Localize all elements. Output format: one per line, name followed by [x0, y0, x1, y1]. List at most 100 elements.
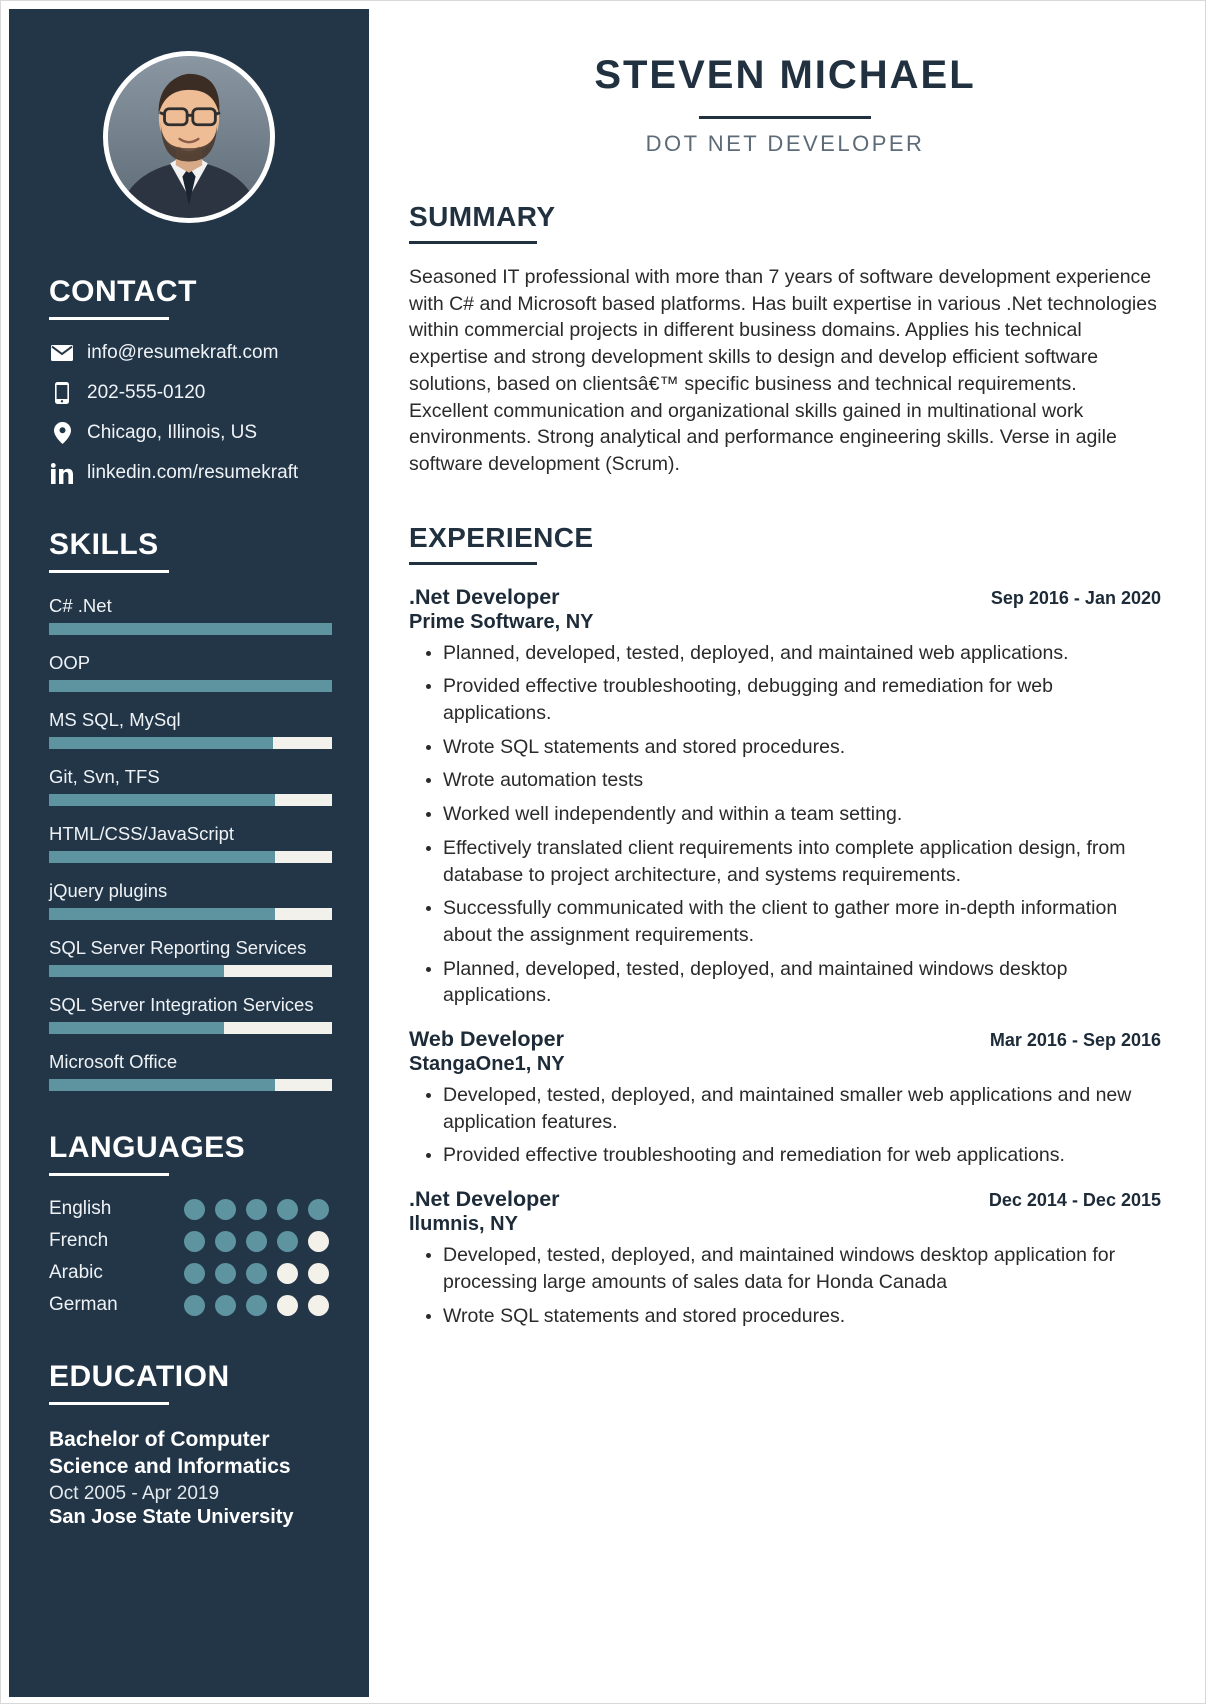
- avatar-container: [9, 9, 369, 223]
- contact-item-email[interactable]: info@resumekraft.com: [49, 342, 329, 364]
- skill-item: HTML/CSS/JavaScript: [49, 823, 332, 863]
- education-degree: Bachelor of Computer Science and Informa…: [49, 1428, 291, 1478]
- language-level-dot: [184, 1198, 205, 1220]
- skill-item: MS SQL, MySql: [49, 709, 332, 749]
- contact-divider: [49, 317, 169, 320]
- skill-bar-fill: [49, 851, 276, 863]
- skill-bar-fill: [49, 794, 276, 806]
- experience-bullet-list: Developed, tested, deployed, and maintai…: [409, 1082, 1161, 1169]
- education-section: EDUCATION Bachelor of Computer Science a…: [9, 1360, 369, 1529]
- education-heading: EDUCATION: [49, 1360, 230, 1393]
- skill-label: HTML/CSS/JavaScript: [49, 823, 235, 844]
- language-rating: [184, 1262, 329, 1284]
- education-list: Bachelor of Computer Science and Informa…: [49, 1427, 329, 1529]
- skill-bar-fill: [49, 965, 225, 977]
- language-label: English: [49, 1198, 112, 1219]
- experience-bullet: Planned, developed, tested, deployed, an…: [443, 956, 1161, 1009]
- language-level-dot: [246, 1230, 267, 1252]
- language-item: Arabic: [49, 1262, 329, 1284]
- language-level-dot: [308, 1198, 329, 1220]
- skill-bar-track: [49, 965, 332, 977]
- language-item: French: [49, 1230, 329, 1252]
- location-pin-icon: [49, 422, 75, 444]
- skill-bar-track: [49, 851, 332, 863]
- experience-bullet: Effectively translated client requiremen…: [443, 835, 1161, 888]
- experience-header: Web Developer Mar 2016 - Sep 2016: [409, 1027, 1161, 1052]
- skills-section: SKILLS C# .Net OOP MS SQL, MySql Git, Svn, …: [9, 528, 369, 1091]
- languages-divider: [49, 1173, 169, 1176]
- job-role-subtitle: DOT NET DEVELOPER: [645, 131, 925, 156]
- language-level-dot: [215, 1294, 236, 1316]
- experience-header: .Net Developer Dec 2014 - Dec 2015: [409, 1187, 1161, 1212]
- skill-bar-track: [49, 908, 332, 920]
- experience-company: StangaOne1, NY: [409, 1053, 565, 1076]
- skill-label: C# .Net: [49, 595, 112, 616]
- contact-heading: CONTACT: [49, 275, 197, 308]
- experience-title: .Net Developer: [409, 584, 560, 609]
- skill-bar-track: [49, 794, 332, 806]
- summary-heading: SUMMARY: [409, 201, 556, 232]
- page-title: STEVEN MICHAEL: [594, 53, 976, 97]
- skill-label: OOP: [49, 652, 91, 673]
- summary-text: Seasoned IT professional with more than …: [409, 266, 1157, 475]
- avatar: [103, 51, 275, 223]
- language-level-dot: [184, 1294, 205, 1316]
- skill-item: SQL Server Integration Services: [49, 994, 332, 1034]
- mobile-phone-icon: [49, 382, 75, 404]
- sidebar: CONTACT info@resumekraft.com 202-555-012…: [9, 9, 369, 1697]
- skill-bar-fill: [49, 908, 276, 920]
- experience-item: .Net Developer Dec 2014 - Dec 2015 Ilumnis…: [409, 1187, 1161, 1329]
- experience-date: Dec 2014 - Dec 2015: [988, 1190, 1161, 1211]
- language-level-dot: [308, 1294, 329, 1316]
- experience-bullet: Successfully communicated with the clien…: [443, 895, 1161, 948]
- skill-bar-fill: [49, 680, 332, 692]
- experience-bullet: Planned, developed, tested, deployed, an…: [443, 640, 1161, 667]
- experience-bullet: Developed, tested, deployed, and maintai…: [443, 1082, 1161, 1135]
- skill-item: Git, Svn, TFS: [49, 766, 332, 806]
- summary-section: SUMMARY Seasoned IT professional with mo…: [409, 201, 1161, 478]
- experience-header: .Net Developer Sep 2016 - Jan 2020: [409, 585, 1161, 610]
- experience-date: Sep 2016 - Jan 2020: [990, 587, 1161, 608]
- experience-bullet-list: Planned, developed, tested, deployed, an…: [409, 640, 1161, 1009]
- skill-bar-track: [49, 1079, 332, 1091]
- skill-item: jQuery plugins: [49, 880, 332, 920]
- language-label: Arabic: [49, 1262, 103, 1283]
- language-level-dot: [308, 1262, 329, 1284]
- skill-item: OOP: [49, 652, 332, 692]
- skills-heading: SKILLS: [49, 528, 159, 561]
- skill-label: SQL Server Integration Services: [49, 994, 314, 1015]
- languages-heading: LANGUAGES: [49, 1131, 246, 1164]
- education-school: San Jose State University: [49, 1505, 294, 1528]
- skill-item: SQL Server Reporting Services: [49, 937, 332, 977]
- envelope-icon: [49, 345, 75, 361]
- skill-item: C# .Net: [49, 595, 332, 635]
- language-level-dot: [246, 1262, 267, 1284]
- contact-item-phone[interactable]: 202-555-0120: [49, 382, 329, 404]
- education-date: Oct 2005 - Apr 2019: [49, 1482, 220, 1504]
- profile-photo-icon: [108, 56, 270, 218]
- experience-bullet: Provided effective troubleshooting and r…: [443, 1142, 1161, 1169]
- experience-title: .Net Developer: [409, 1187, 560, 1212]
- experience-item: Web Developer Mar 2016 - Sep 2016 StangaOn…: [409, 1027, 1161, 1169]
- skill-item: Microsoft Office: [49, 1051, 332, 1091]
- education-item: Bachelor of Computer Science and Informa…: [49, 1427, 329, 1529]
- language-rating: [184, 1294, 329, 1316]
- contact-item-linkedin[interactable]: linkedin.com/resumekraft: [49, 462, 329, 484]
- contact-item-location[interactable]: Chicago, Illinois, US: [49, 422, 329, 444]
- education-divider: [49, 1402, 169, 1405]
- language-label: German: [49, 1294, 118, 1315]
- skills-divider: [49, 570, 169, 573]
- experience-item: .Net Developer Sep 2016 - Jan 2020 Prime S…: [409, 585, 1161, 1009]
- experience-divider: [409, 561, 537, 565]
- language-rating: [184, 1198, 329, 1220]
- experience-company: Prime Software, NY: [409, 610, 594, 633]
- language-level-dot: [215, 1198, 236, 1220]
- main-content: STEVEN MICHAEL DOT NET DEVELOPER SUMMARY…: [369, 9, 1199, 1697]
- skill-bar-track: [49, 1022, 332, 1034]
- contact-location-text: Chicago, Illinois, US: [87, 422, 258, 443]
- language-level-dot: [184, 1262, 205, 1284]
- skill-label: SQL Server Reporting Services: [49, 937, 307, 958]
- skill-bar-fill: [49, 737, 273, 749]
- skill-bar-fill: [49, 1079, 276, 1091]
- language-item: German: [49, 1294, 329, 1316]
